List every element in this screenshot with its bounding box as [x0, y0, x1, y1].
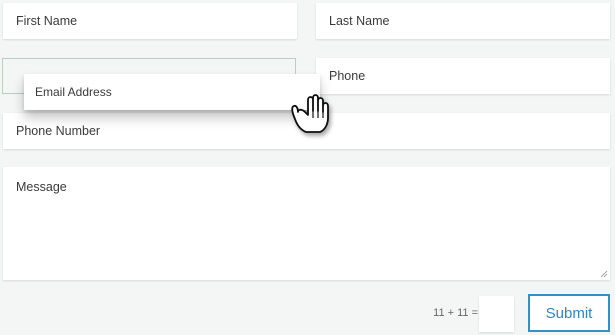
- submit-label: Submit: [545, 304, 593, 322]
- captcha-answer-input[interactable]: [479, 296, 514, 332]
- grab-hand-icon: [291, 94, 329, 133]
- last-name-placeholder: Last Name: [329, 14, 390, 28]
- email-address-placeholder: Email Address: [35, 85, 112, 99]
- message-textarea[interactable]: Message: [3, 167, 610, 280]
- message-placeholder: Message: [16, 180, 67, 194]
- first-name-placeholder: First Name: [16, 14, 78, 28]
- phone-number-placeholder: Phone Number: [16, 124, 101, 138]
- last-name-field[interactable]: Last Name: [316, 3, 610, 39]
- resize-grip-icon[interactable]: [600, 270, 608, 278]
- contact-form: First Name Last Name Phone Phone Number …: [0, 0, 615, 335]
- phone-placeholder: Phone: [329, 69, 366, 83]
- email-address-field-dragging[interactable]: Email Address: [24, 74, 320, 110]
- first-name-field[interactable]: First Name: [3, 3, 297, 39]
- phone-field[interactable]: Phone: [316, 58, 610, 94]
- submit-button[interactable]: Submit: [528, 294, 610, 332]
- captcha-question: 11 + 11 =: [433, 307, 478, 319]
